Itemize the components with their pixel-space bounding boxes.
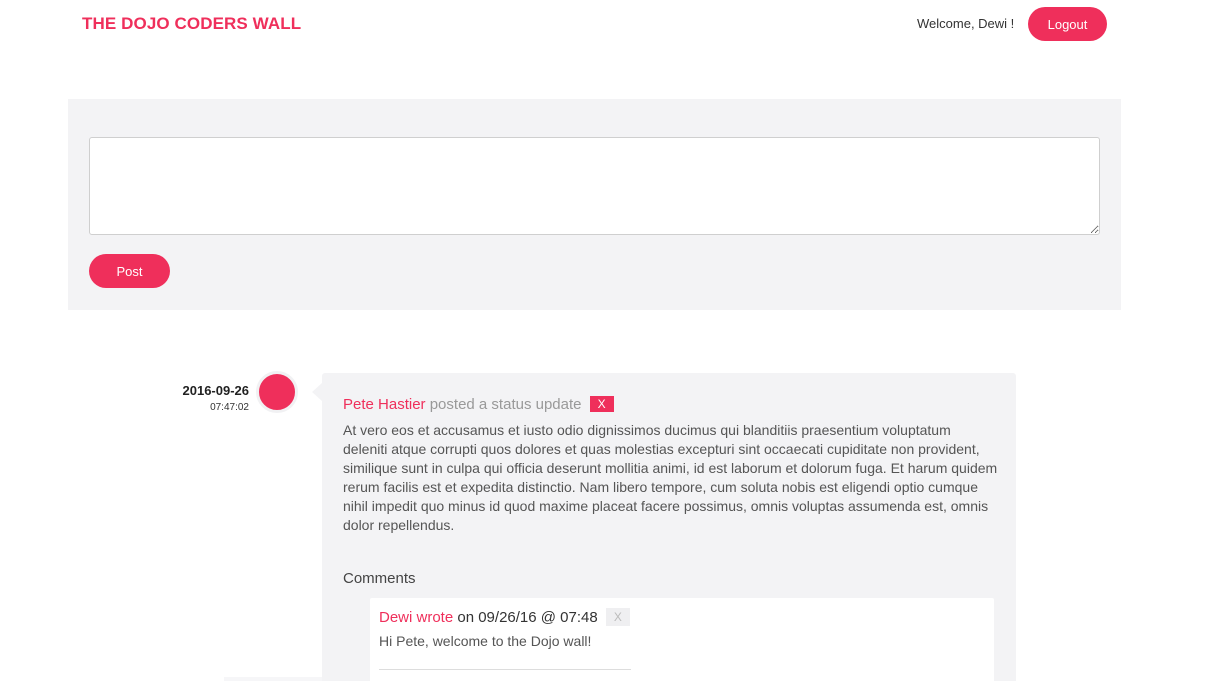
avatar [256,371,298,413]
delete-comment-button[interactable]: X [605,608,630,626]
comment-divider [379,669,631,670]
comment-text: Hi Pete, welcome to the Dojo wall! [379,633,592,649]
comment-item: Dewi wrote on 09/26/16 @ 07:48 X Hi Pete… [370,598,994,681]
logout-button[interactable]: Logout [1028,7,1107,41]
comment-meta: on 09/26/16 @ 07:48 [457,609,598,626]
delete-message-button[interactable]: X [589,396,614,412]
comment-author[interactable]: Dewi wrote [379,609,453,626]
wall-page: THE DOJO CODERS WALL Welcome, Dewi ! Log… [0,0,1232,681]
message-body: At vero eos et accusamus et iusto odio d… [343,422,998,533]
message-action: posted a status update [429,396,582,413]
post-date: 2016-09-26 [182,383,250,398]
message-card: Pete Hastier posted a status update X At… [312,373,1016,681]
post-composer: Post [68,99,1121,310]
comments-heading: Comments [343,570,416,587]
post-textarea[interactable] [89,137,1100,235]
welcome-text: Welcome, Dewi ! [917,16,1015,31]
message-author[interactable]: Pete Hastier [343,396,426,413]
brand-title[interactable]: THE DOJO CODERS WALL [82,14,301,34]
card-pointer [312,383,322,401]
post-button[interactable]: Post [89,254,170,288]
message-header: Pete Hastier posted a status update X [343,396,614,414]
comment-header: Dewi wrote on 09/26/16 @ 07:48 X [379,608,630,627]
post-time: 07:47:02 [210,402,249,413]
